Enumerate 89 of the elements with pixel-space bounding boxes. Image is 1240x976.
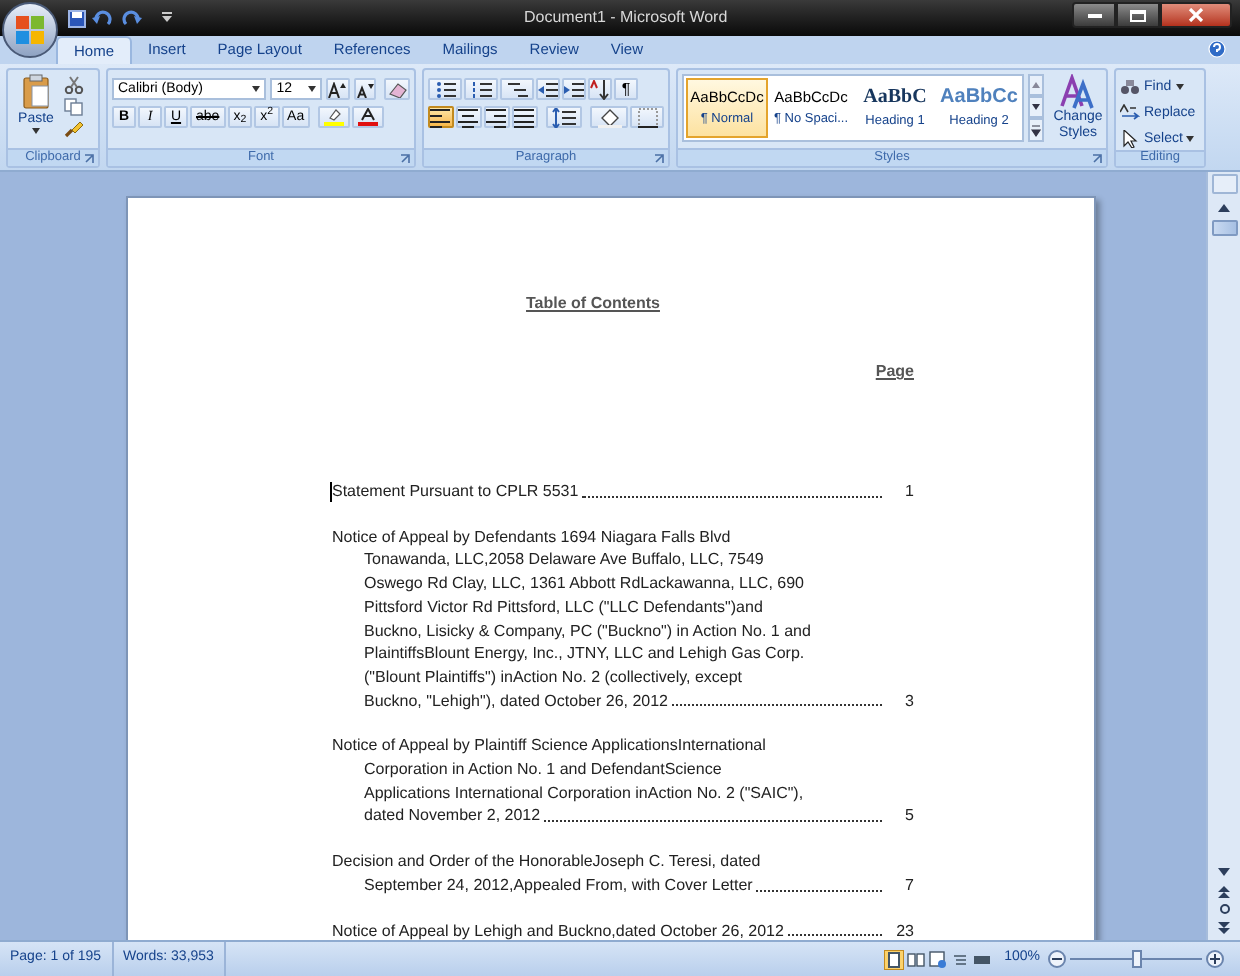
binoculars-icon[interactable] <box>1120 78 1140 96</box>
highlighter-icon[interactable] <box>324 108 345 126</box>
logo <box>14 14 46 46</box>
customize-caret-icon[interactable] <box>160 12 174 24</box>
toc-page-number: 7 <box>903 873 914 898</box>
close-button[interactable] <box>1160 2 1232 28</box>
caret-icon[interactable] <box>307 86 316 92</box>
dialog-launcher-icon[interactable] <box>400 154 410 164</box>
toc-page-number: 23 <box>894 919 914 940</box>
toc-entry-text: Decision and Order of the HonorableJoseph C. Teresi, dated <box>332 850 761 874</box>
multilevel-list-button[interactable] <box>500 78 534 100</box>
toc-entry-text: Notice of Appeal by Lehigh and Buckno,dated October 26, 2012 <box>332 919 784 940</box>
caret-icon[interactable] <box>1175 84 1184 90</box>
caret-icon[interactable] <box>252 86 261 92</box>
line-spacing-icon[interactable] <box>551 107 576 127</box>
toc-heading: Table of Contents <box>524 294 662 314</box>
toc-entry-text: Statement Pursuant to CPLR 5531 <box>332 480 579 504</box>
replace-icon[interactable] <box>1120 104 1140 122</box>
font-color-icon[interactable] <box>358 108 379 126</box>
toc-entry-text: Tonawanda, LLC,2058 Delaware Ave Buffalo, LLC, 7549 <box>364 548 764 573</box>
zoom-out-icon[interactable] <box>1048 950 1066 968</box>
change-styles-icon[interactable] <box>1060 74 1096 110</box>
full-screen-reading-icon[interactable] <box>906 949 927 969</box>
font-color-button[interactable] <box>352 106 385 128</box>
borders-button[interactable] <box>630 106 664 128</box>
dialog-launcher-icon[interactable] <box>84 154 94 164</box>
shading-button[interactable] <box>590 106 629 128</box>
paint-bucket-icon[interactable] <box>597 107 622 127</box>
page-column-label: Page <box>875 362 914 382</box>
print-layout-icon[interactable] <box>884 949 905 969</box>
close-icon <box>1188 8 1204 22</box>
maximize-button[interactable] <box>1116 2 1160 28</box>
toc-page-number: 5 <box>903 804 914 829</box>
dialog-launcher-icon[interactable] <box>654 154 664 164</box>
double-arrow-up-icon <box>1218 885 1230 897</box>
toc-entry-text: dated November 2, 2012 <box>364 804 541 829</box>
zoom-in-icon[interactable] <box>1206 950 1224 968</box>
toc-page-number: 1 <box>903 480 914 504</box>
circle-icon <box>1219 904 1229 914</box>
toc-entry-text: Notice of Appeal by Defendants 1694 Niagara Falls Blvd <box>332 525 731 549</box>
toc-page-number: 3 <box>903 689 914 713</box>
numbered-list-icon[interactable] <box>471 79 491 99</box>
toc-entry-text: Buckno, Lisicky & Company, PC ("Buckno") in Action No. 1 and <box>364 619 811 643</box>
toc-entry-text: Applications International Corporation inAction No. 2 ("SAIC"), <box>364 781 804 805</box>
show-marks-button[interactable]: ¶ <box>614 78 638 100</box>
brush-icon[interactable] <box>64 120 84 138</box>
scissors-icon[interactable] <box>64 76 84 94</box>
dialog-launcher-icon[interactable] <box>1092 154 1102 164</box>
gallery-down-icon[interactable] <box>1028 96 1044 118</box>
undo-icon[interactable] <box>92 9 114 27</box>
ruler-toggle-button[interactable] <box>1211 174 1237 194</box>
toc-entry-text: September 24, 2012,Appealed From, with Cover Letter <box>364 873 753 898</box>
copy-icon[interactable] <box>64 98 84 116</box>
help-icon[interactable] <box>1208 40 1226 58</box>
zoom-slider-track[interactable] <box>1070 950 1202 968</box>
dot-leader <box>787 934 882 937</box>
zoom-slider-thumb[interactable] <box>1131 950 1141 968</box>
caret-icon[interactable] <box>1186 136 1195 142</box>
text-cursor <box>330 482 332 502</box>
web-layout-icon[interactable] <box>928 949 949 969</box>
caret-icon[interactable] <box>32 128 40 134</box>
toc-entry-text: ("Blount Plaintiffs") inAction No. 2 (collectively, except <box>364 665 743 690</box>
clipboard-icon[interactable] <box>22 74 50 110</box>
dot-leader <box>756 889 882 892</box>
vertical-scrollbar[interactable] <box>1206 172 1240 940</box>
toc-entry-text: PlaintiffsBlount Energy, Inc., JTNY, LLC and Lehigh Gas Corp. <box>364 642 805 666</box>
redo-icon[interactable] <box>120 9 142 27</box>
save-icon[interactable] <box>68 9 86 27</box>
arrow-down-icon <box>1218 868 1230 876</box>
outline-view-icon[interactable] <box>950 949 971 969</box>
double-arrow-down-icon <box>1218 921 1230 933</box>
minimize-button[interactable] <box>1072 2 1116 28</box>
toc-entry-text: Notice of Appeal by Plaintiff Science ApplicationsInternational <box>332 734 766 759</box>
scroll-thumb[interactable] <box>1211 220 1237 236</box>
multilevel-list-icon[interactable] <box>507 79 527 99</box>
toc-entry-text: Corporation in Action No. 1 and DefendantScience <box>364 758 722 782</box>
line-spacing-button[interactable] <box>545 106 583 128</box>
bullet-list-icon[interactable] <box>435 79 455 99</box>
toc-entry-text: Buckno, "Lehigh"), dated October 26, 2012 <box>364 689 669 713</box>
numbering-button[interactable] <box>464 78 498 100</box>
bullets-button[interactable] <box>428 78 462 100</box>
window-title: Document1 - Microsoft Word <box>524 6 728 30</box>
arrow-up-icon <box>1218 204 1230 212</box>
borders-icon[interactable] <box>637 107 658 127</box>
pointer-icon[interactable] <box>1120 130 1140 148</box>
toc-entry-text: Pittsford Victor Rd Pittsford, LLC ("LLC Defendants")and <box>364 595 763 620</box>
toc-entry-text: Oswego Rd Clay, LLC, 1361 Abbott RdLackawanna, LLC, 690 <box>364 572 804 596</box>
highlight-button[interactable] <box>318 106 351 128</box>
gallery-more-icon[interactable] <box>1028 118 1044 142</box>
